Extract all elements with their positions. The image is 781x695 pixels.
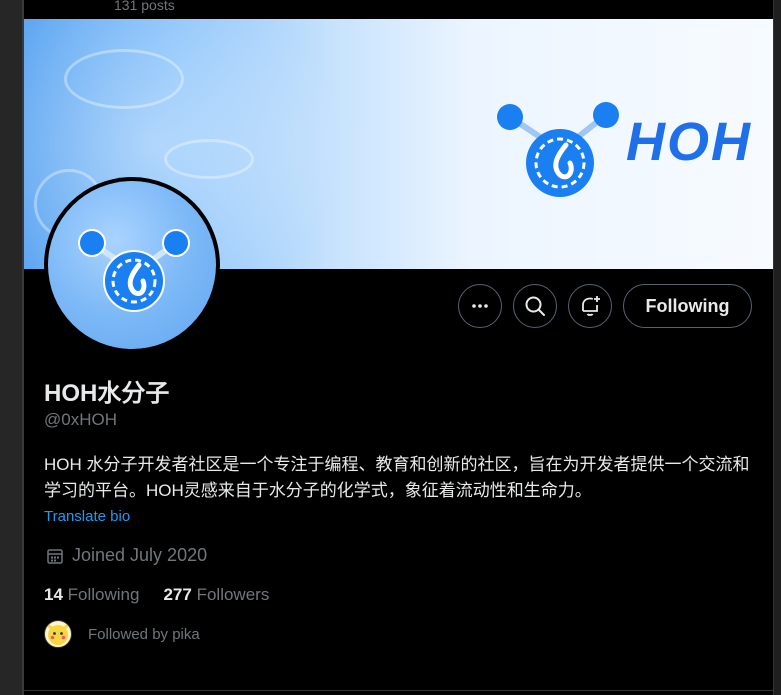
window-left-edge [0,0,24,695]
more-icon [472,304,488,308]
search-icon [525,296,545,316]
more-button[interactable] [458,284,502,328]
profile-name: HOH水分子 [44,380,170,407]
pikachu-avatar-icon [47,623,69,645]
bell-plus-icon [582,296,600,316]
joined-date: Joined July 2020 [46,545,207,566]
banner-brand-text: HOH [626,112,752,172]
scrollbar[interactable] [773,0,781,695]
calendar-icon [46,547,64,565]
followers-count-link[interactable]: 277 Followers [163,585,269,605]
profile-stats: 14 Following 277 Followers [44,585,293,605]
following-button[interactable]: Following [623,284,752,328]
following-label: Following [67,585,140,604]
profile-page: 131 posts HOH Following HOH水分子 @0xHOH HO… [24,0,773,695]
joined-text: Joined July 2020 [72,545,208,565]
post-count: 131 posts [114,0,175,13]
follower-avatar [44,620,72,648]
translate-bio-link[interactable]: Translate bio [44,508,130,525]
followed-by-text: Followed by pika [88,625,200,643]
followed-by-link[interactable]: Followed by pika [44,620,200,648]
notifications-button[interactable] [568,284,612,328]
profile-bio: HOH 水分子开发者社区是一个专注于编程、教育和创新的社区，旨在为开发者提供一个… [44,455,750,500]
followers-count: 277 [163,585,192,604]
search-button[interactable] [513,284,557,328]
hoh-avatar-logo-icon [78,229,190,312]
following-count: 14 [44,585,63,604]
profile-handle: @0xHOH [44,410,117,429]
divider [24,690,773,691]
profile-avatar[interactable] [44,177,220,353]
profile-header-bar: 131 posts [24,0,773,19]
following-count-link[interactable]: 14 Following [44,585,139,605]
hoh-logo-icon [497,102,619,197]
followers-label: Followers [196,585,270,604]
